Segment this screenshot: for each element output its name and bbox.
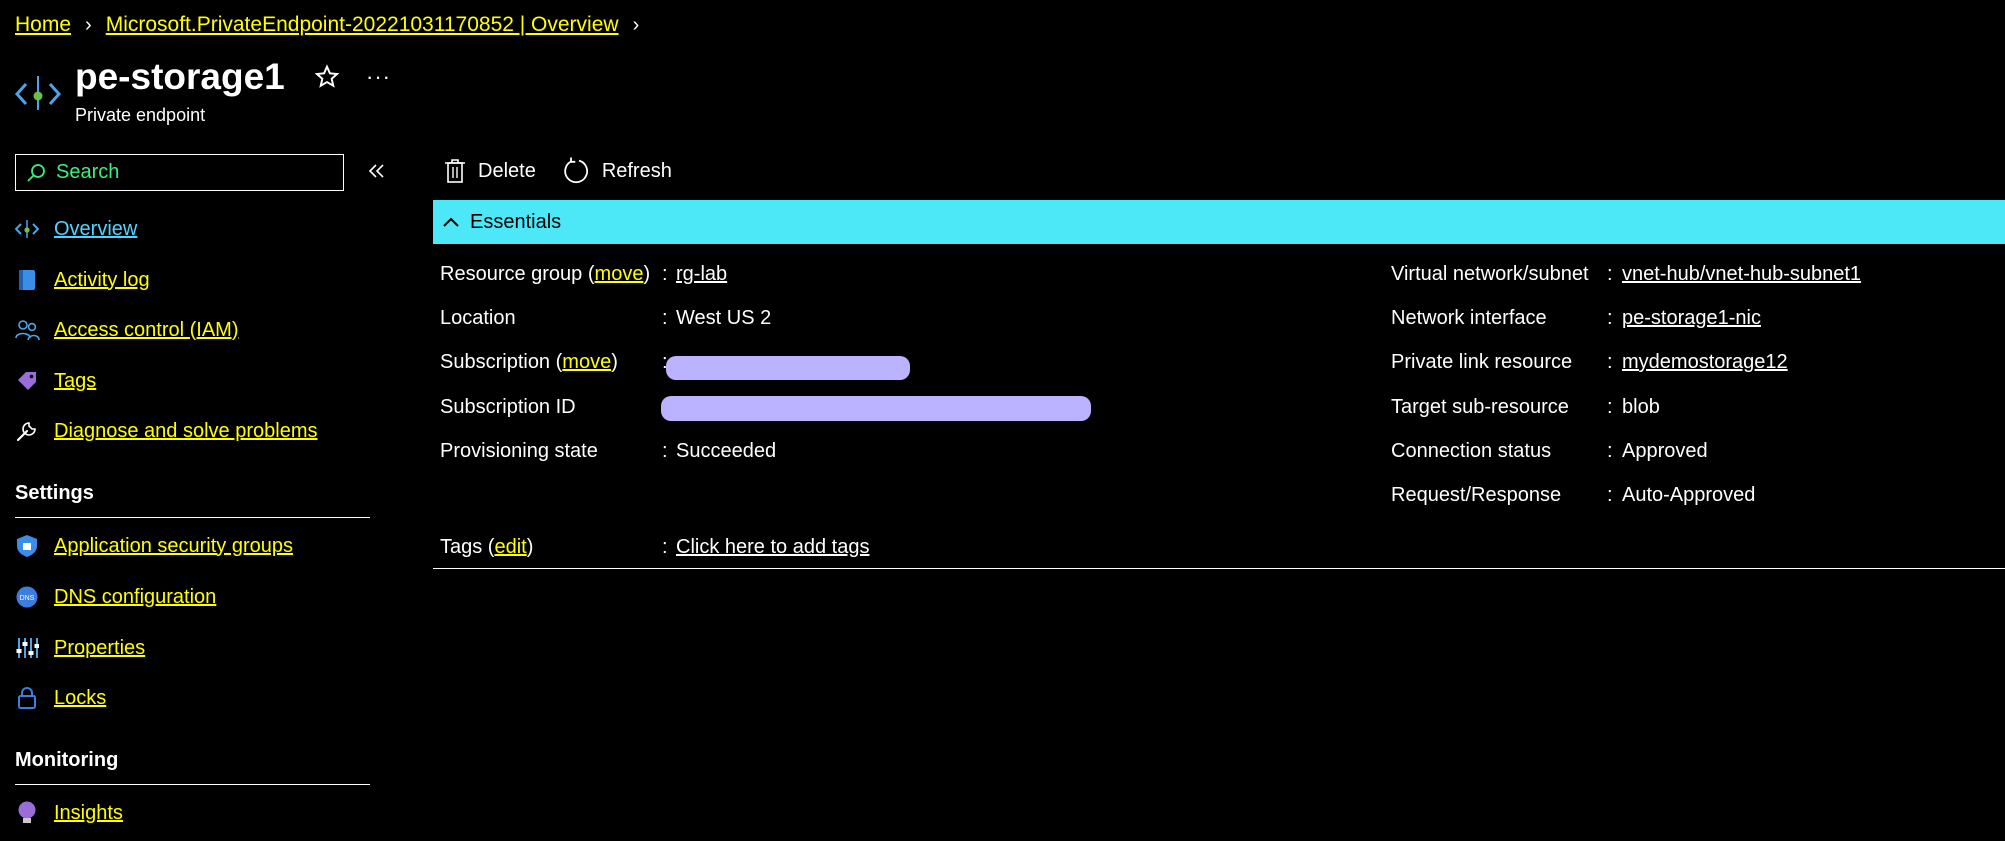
sidebar-item-label: Tags: [54, 369, 97, 392]
refresh-icon: [564, 157, 588, 184]
connection-status-value: Approved: [1622, 440, 1708, 462]
chevron-right-icon: ›: [85, 13, 92, 36]
connection-status-label: Connection status: [1391, 440, 1552, 462]
delete-label: Delete: [478, 159, 536, 182]
target-sub-resource-value: blob: [1622, 396, 1660, 418]
page-title: pe-storage1: [75, 56, 285, 97]
colon: :: [1607, 351, 1613, 373]
request-response-label: Request/Response: [1391, 484, 1562, 506]
sidebar-item-locks[interactable]: Locks: [14, 683, 106, 713]
divider: [15, 784, 370, 785]
request-response-value: Auto-Approved: [1622, 484, 1756, 506]
divider: [433, 568, 2005, 569]
sidebar-item-label: DNS configuration: [54, 585, 217, 608]
provisioning-state-value: Succeeded: [676, 440, 777, 462]
settings-heading: Settings: [15, 482, 94, 504]
add-tags-link[interactable]: Click here to add tags: [676, 536, 869, 559]
search-input[interactable]: [54, 160, 328, 185]
sidebar-item-label: Insights: [54, 801, 123, 824]
network-interface-label: Network interface: [1391, 307, 1547, 329]
star-icon[interactable]: [314, 64, 340, 90]
dns-icon: DNS: [14, 584, 40, 610]
colon: :: [1607, 396, 1613, 418]
breadcrumb: Home › Microsoft.PrivateEndpoint-2022103…: [15, 13, 653, 37]
vnet-subnet-label: Virtual network/subnet: [1391, 263, 1589, 285]
collapse-sidebar-icon[interactable]: [366, 160, 388, 182]
colon: :: [662, 263, 668, 285]
resource-group-link[interactable]: rg-lab: [676, 263, 727, 286]
colon: :: [1607, 484, 1613, 506]
sidebar-item-label: Application security groups: [54, 534, 294, 557]
properties-icon: [14, 635, 40, 661]
activity-log-icon: [14, 267, 40, 293]
move-resource-group-link[interactable]: move: [595, 263, 644, 285]
chevron-up-icon: [443, 217, 459, 227]
sidebar-item-activity-log[interactable]: Activity log: [14, 265, 150, 295]
colon: :: [662, 536, 668, 558]
delete-button[interactable]: Delete: [444, 158, 536, 184]
location-value: West US 2: [676, 307, 772, 329]
sidebar-item-diagnose[interactable]: Diagnose and solve problems: [14, 416, 318, 446]
move-subscription-link[interactable]: move: [562, 351, 611, 373]
breadcrumb-home-link[interactable]: Home: [15, 13, 71, 37]
refresh-label: Refresh: [601, 159, 672, 182]
edit-tags-link[interactable]: edit: [494, 536, 526, 558]
private-endpoint-icon: [14, 76, 62, 110]
sidebar-item-label: Locks: [54, 686, 107, 709]
svg-text:DNS: DNS: [20, 595, 35, 602]
sidebar-item-label: Diagnose and solve problems: [54, 419, 318, 442]
lock-icon: [14, 685, 40, 711]
refresh-button[interactable]: Refresh: [562, 157, 672, 185]
wrench-icon: [14, 418, 40, 444]
lightbulb-icon: [14, 800, 40, 826]
location-label: Location: [440, 307, 516, 329]
target-sub-resource-label: Target sub-resource: [1391, 396, 1569, 418]
tag-icon: [14, 368, 40, 394]
breadcrumb-deployment-link[interactable]: Microsoft.PrivateEndpoint-20221031170852…: [106, 13, 619, 37]
people-icon: [14, 317, 40, 343]
resource-group-label: Resource group (move): [440, 263, 651, 285]
shield-icon: [14, 533, 40, 559]
sidebar-item-label: Properties: [54, 636, 146, 659]
sidebar-item-label: Activity log: [54, 268, 150, 291]
redacted-subscription: [666, 356, 910, 380]
private-endpoint-icon: [14, 216, 40, 242]
private-link-resource-label: Private link resource: [1391, 351, 1573, 373]
monitoring-heading: Monitoring: [15, 749, 119, 771]
colon: :: [1607, 307, 1613, 329]
colon: :: [662, 440, 668, 462]
chevron-right-icon: ›: [632, 13, 640, 36]
sidebar-item-overview[interactable]: Overview: [14, 214, 137, 244]
colon: :: [1607, 440, 1613, 462]
provisioning-state-label: Provisioning state: [440, 440, 598, 462]
colon: :: [1607, 263, 1613, 285]
subscription-label: Subscription (move): [440, 351, 618, 373]
redacted-subscription-id: [661, 396, 1091, 421]
more-options-icon[interactable]: ···: [366, 64, 391, 90]
sidebar-item-insights[interactable]: Insights: [14, 798, 123, 828]
sidebar-item-tags[interactable]: Tags: [14, 366, 96, 396]
sidebar-item-label: Access control (IAM): [54, 318, 239, 341]
colon: :: [662, 307, 668, 329]
page-subtitle: Private endpoint: [75, 105, 206, 125]
subscription-id-label: Subscription ID: [440, 396, 576, 418]
divider: [15, 517, 370, 518]
sidebar-item-dns-configuration[interactable]: DNS DNS configuration: [14, 582, 216, 612]
sidebar-item-label: Overview: [54, 217, 138, 240]
vnet-subnet-link[interactable]: vnet-hub/vnet-hub-subnet1: [1622, 263, 1861, 286]
sidebar-item-access-control[interactable]: Access control (IAM): [14, 315, 238, 345]
search-icon: [27, 163, 45, 182]
tags-label: Tags (edit): [440, 536, 534, 558]
sidebar-item-properties[interactable]: Properties: [14, 633, 145, 663]
network-interface-link[interactable]: pe-storage1-nic: [1622, 307, 1761, 330]
essentials-title: Essentials: [470, 210, 562, 233]
private-link-resource-link[interactable]: mydemostorage12: [1622, 351, 1788, 374]
command-bar: Delete Refresh: [444, 157, 698, 185]
search-box[interactable]: [15, 154, 344, 191]
trash-icon: [445, 159, 465, 183]
sidebar-item-app-security-groups[interactable]: Application security groups: [14, 531, 293, 561]
essentials-toggle[interactable]: Essentials: [433, 200, 2005, 244]
